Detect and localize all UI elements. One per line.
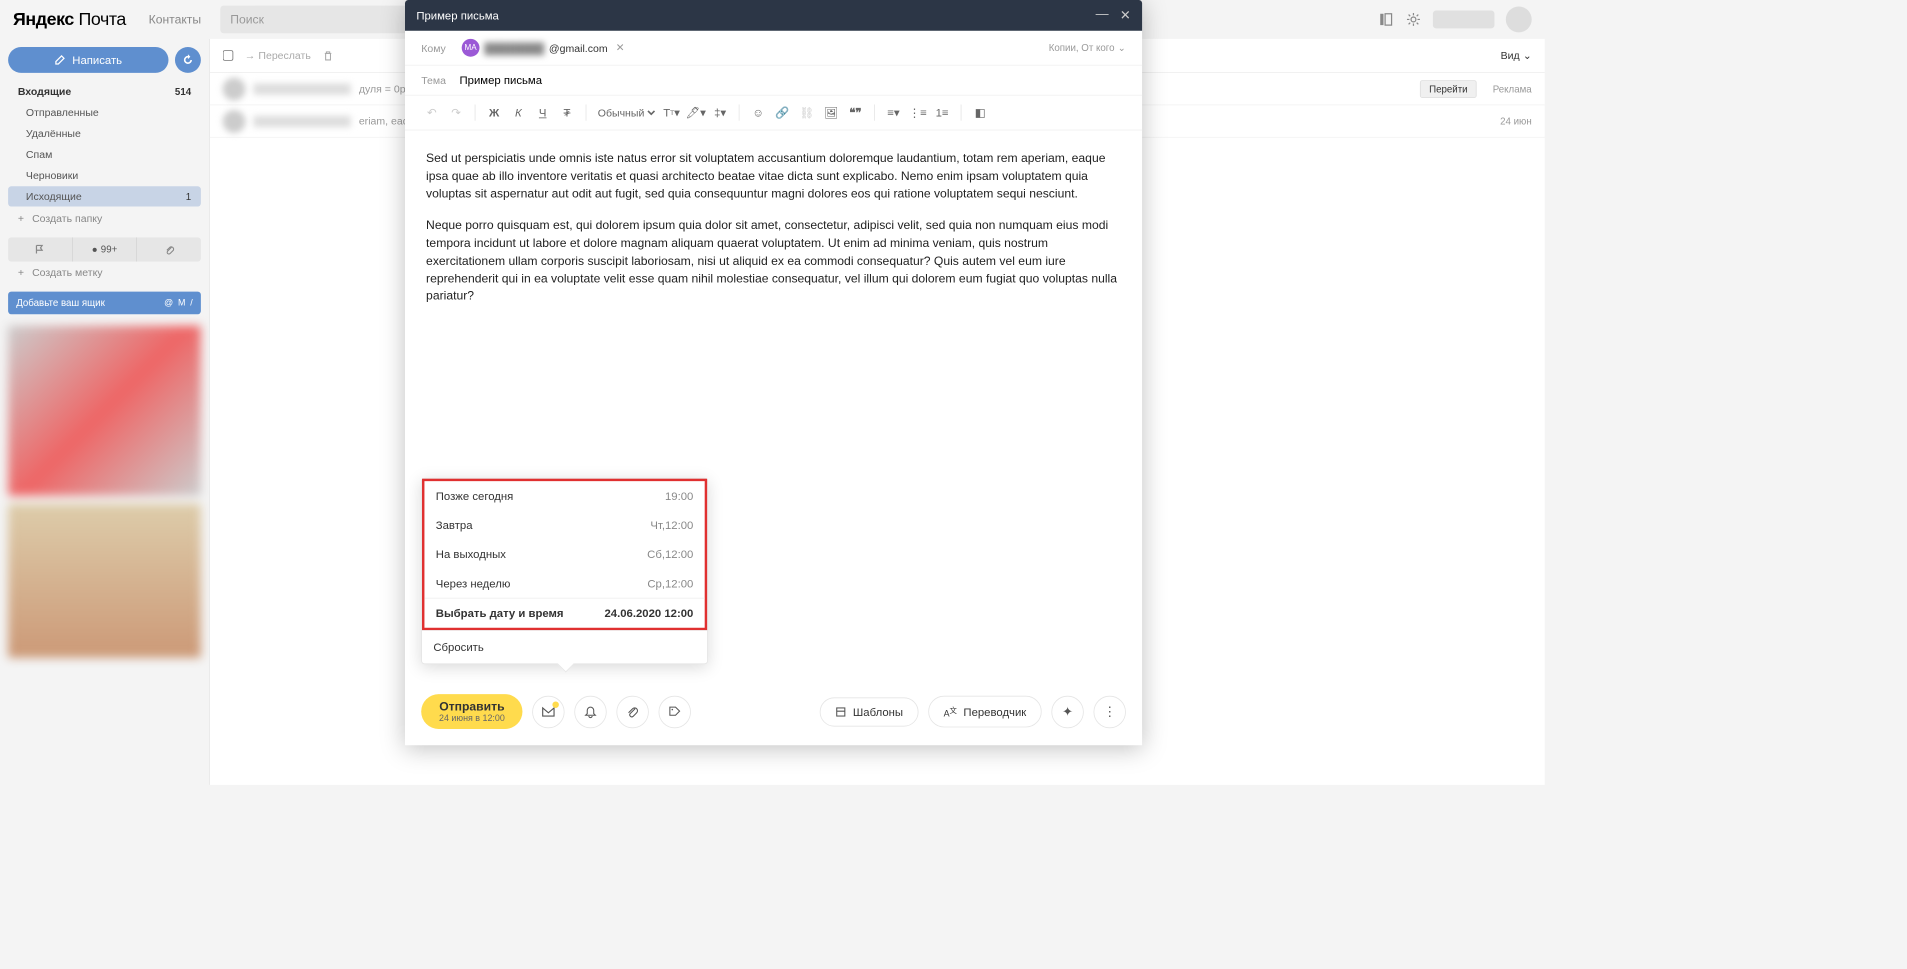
compose-header: Пример письма — ✕ — [405, 0, 1142, 31]
seg-attach[interactable] — [137, 237, 201, 261]
compose-footer: Отправить 24 июня в 12:00 Шаблоны — [421, 694, 1126, 729]
schedule-option-today[interactable]: Позже сегодня19:00 — [424, 481, 704, 510]
go-button[interactable]: Перейти — [1420, 80, 1476, 98]
link-icon[interactable]: 🔗 — [772, 102, 793, 123]
bulletlist-icon[interactable]: ⋮≡ — [907, 102, 928, 123]
chevron-down-icon: ⌄ — [1118, 42, 1126, 53]
gear-icon[interactable] — [1405, 11, 1421, 27]
create-label[interactable]: + Создать метку — [8, 262, 201, 284]
delete-icon[interactable] — [322, 50, 333, 61]
reminder-button[interactable] — [574, 695, 606, 727]
schedule-reset[interactable]: Сбросить — [422, 630, 707, 663]
schedule-pick-datetime[interactable]: Выбрать дату и время24.06.2020 12:00 — [424, 598, 704, 628]
plus-icon: + — [18, 212, 24, 224]
schedule-option-tomorrow[interactable]: ЗавтраЧт,12:00 — [424, 510, 704, 539]
gmail-icon: M — [178, 298, 185, 308]
filter-segments: ● 99+ — [8, 237, 201, 261]
lineheight-icon[interactable]: ‡▾ — [710, 102, 731, 123]
quote-icon[interactable]: ❝❞ — [845, 102, 866, 123]
sidebar-ads — [8, 326, 201, 658]
folder-spam[interactable]: Спам — [8, 144, 201, 164]
folder-drafts[interactable]: Черновики — [8, 165, 201, 185]
bold-icon[interactable]: Ж — [484, 102, 505, 123]
select-all-checkbox[interactable] — [223, 50, 234, 61]
outlook-icon: / — [190, 298, 192, 308]
logo[interactable]: Яндекс Почта — [13, 9, 126, 30]
textcolor-icon[interactable]: 🖊▾ — [685, 102, 706, 123]
recipient-avatar: MA — [462, 39, 480, 57]
plus-icon: + — [18, 266, 24, 278]
view-dropdown[interactable]: Вид ⌄ — [1501, 49, 1532, 62]
chevron-down-icon: ⌄ — [1523, 49, 1532, 62]
translator-button[interactable]: A文 Переводчик — [928, 696, 1041, 727]
cc-toggle[interactable]: Копии, От кого ⌄ — [1049, 42, 1126, 53]
schedule-option-weekend[interactable]: На выходныхСб,12:00 — [424, 539, 704, 568]
ad-label: Реклама — [1493, 83, 1532, 94]
folder-inbox[interactable]: Входящие514 — [8, 81, 201, 101]
seg-flag[interactable] — [8, 237, 73, 261]
contacts-link[interactable]: Контакты — [149, 13, 201, 27]
at-icon: @ — [164, 298, 173, 308]
strike-icon[interactable]: ₮ — [556, 102, 577, 123]
seg-unread[interactable]: ● 99+ — [73, 237, 138, 261]
folder-trash[interactable]: Удалённые — [8, 123, 201, 143]
avatar[interactable] — [1506, 6, 1532, 32]
add-mailbox[interactable]: Добавьте ваш ящик @ M / — [8, 292, 201, 315]
forward-button[interactable]: → Переслать — [245, 49, 311, 61]
label-button[interactable] — [659, 695, 691, 727]
attach-button[interactable] — [617, 695, 649, 727]
schedule-button[interactable] — [532, 695, 564, 727]
emoji-icon[interactable]: ☺ — [748, 102, 769, 123]
numberlist-icon[interactable]: 1≡ — [932, 102, 953, 123]
recipient-chip[interactable]: MA ████████@gmail.com ✕ — [462, 39, 625, 57]
sidebar: Написать Входящие514 Отправленные Удалён… — [0, 39, 209, 785]
compose-window: Пример письма — ✕ Кому MA ████████@gmail… — [405, 0, 1142, 745]
more-button[interactable]: ⋮ — [1094, 695, 1126, 727]
schedule-option-nextweek[interactable]: Через неделюСр,12:00 — [424, 569, 704, 598]
compose-title: Пример письма — [416, 9, 499, 22]
layout-icon[interactable] — [1378, 11, 1394, 27]
to-field[interactable]: Кому MA ████████@gmail.com ✕ Копии, От к… — [405, 31, 1142, 66]
italic-icon[interactable]: К — [508, 102, 529, 123]
subject-input[interactable] — [459, 74, 1125, 87]
image-icon[interactable]: 🖼 — [821, 102, 842, 123]
minimize-icon[interactable]: — — [1096, 7, 1109, 23]
schedule-popup: Позже сегодня19:00 ЗавтраЧт,12:00 На вых… — [421, 478, 708, 664]
refresh-button[interactable] — [175, 47, 201, 73]
add-extra-button[interactable]: ✦ — [1051, 695, 1083, 727]
templates-button[interactable]: Шаблоны — [820, 697, 919, 726]
redo-icon[interactable]: ↷ — [446, 102, 467, 123]
clearformat-icon[interactable]: ◧ — [970, 102, 991, 123]
style-select[interactable]: Обычный — [595, 106, 658, 120]
unlink-icon[interactable]: ⛓ — [796, 102, 817, 123]
fontsize-icon[interactable]: TT▾ — [661, 102, 682, 123]
underline-icon[interactable]: Ч — [532, 102, 553, 123]
align-icon[interactable]: ≡▾ — [883, 102, 904, 123]
undo-icon[interactable]: ↶ — [421, 102, 442, 123]
create-folder[interactable]: + Создать папку — [8, 207, 201, 229]
send-button[interactable]: Отправить 24 июня в 12:00 — [421, 694, 522, 729]
format-toolbar: ↶ ↷ Ж К Ч ₮ Обычный TT▾ 🖊▾ ‡▾ ☺ 🔗 ⛓ 🖼 ❝❞… — [405, 96, 1142, 131]
subject-field[interactable]: Тема — [405, 66, 1142, 96]
close-icon[interactable]: ✕ — [1120, 7, 1131, 23]
user-pill[interactable] — [1433, 11, 1495, 29]
remove-recipient-icon[interactable]: ✕ — [616, 41, 625, 54]
compose-button[interactable]: Написать — [8, 47, 168, 73]
folder-outbox[interactable]: Исходящие1 — [8, 186, 201, 206]
folder-sent[interactable]: Отправленные — [8, 102, 201, 122]
